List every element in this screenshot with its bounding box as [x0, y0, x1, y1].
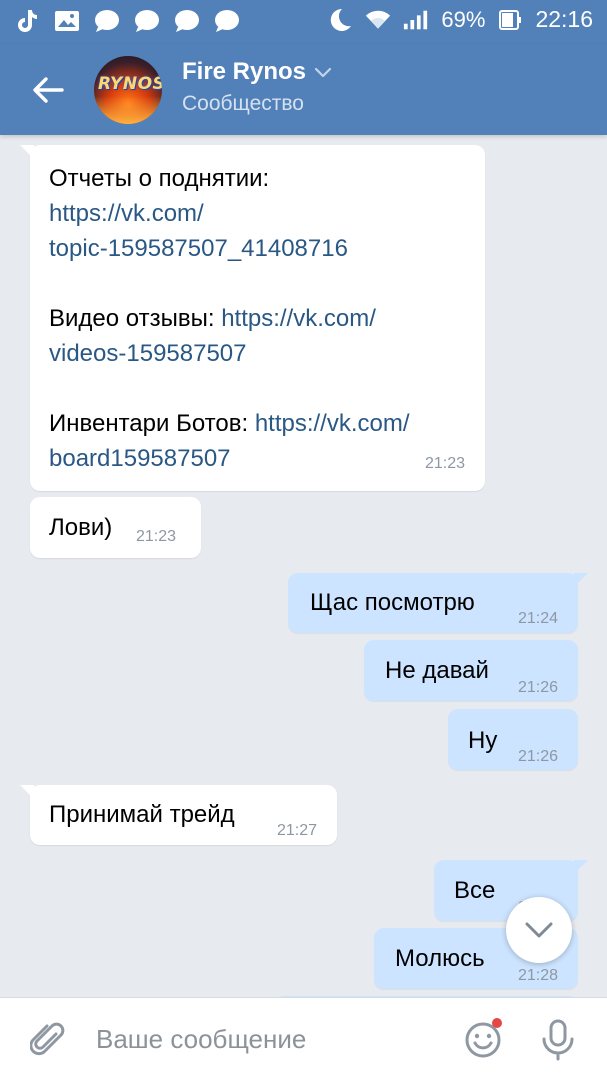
message-time: 21:27	[276, 822, 317, 839]
bubble-tail	[20, 785, 34, 799]
message-composer	[0, 997, 607, 1080]
message-outgoing[interactable]: Не давай 21:26	[364, 640, 578, 701]
gallery-icon	[54, 8, 80, 34]
message-time: 21:26	[517, 748, 558, 765]
notification-icons	[14, 8, 240, 34]
microphone-icon	[542, 1019, 574, 1061]
message-text: Ну	[468, 727, 498, 754]
moon-icon	[327, 7, 353, 33]
message-text: Инвентари Ботов:	[49, 410, 255, 437]
back-button[interactable]	[28, 70, 68, 110]
scroll-to-bottom-button[interactable]	[506, 897, 572, 963]
message-incoming[interactable]: Отчеты о поднятии: https://vk.com/ topic…	[20, 145, 485, 491]
message-outgoing[interactable]: Щас посмотрю 21:24	[288, 573, 588, 633]
avatar[interactable]: RYNOS	[94, 56, 162, 124]
chat-notification-icon	[214, 8, 240, 34]
bubble-tail	[20, 145, 34, 159]
message-text: Отчеты о поднятии:	[49, 165, 270, 192]
message-outgoing[interactable]: Ну 21:26	[448, 709, 578, 770]
bubble-tail	[574, 860, 588, 874]
message-time: 21:28	[517, 967, 558, 984]
chevron-down-icon	[525, 922, 553, 938]
battery-icon	[497, 7, 523, 33]
message-time: 21:26	[517, 679, 558, 696]
chat-title: Fire Rynos	[182, 58, 307, 85]
message-link[interactable]: https://vk.com/	[49, 196, 474, 231]
message-list[interactable]: Отчеты о поднятии: https://vk.com/ topic…	[0, 135, 607, 997]
message-text: Щас посмотрю	[310, 589, 475, 616]
message-input[interactable]	[96, 1022, 436, 1056]
message-text: Не давай	[385, 657, 489, 684]
attach-button[interactable]	[29, 1020, 66, 1060]
signal-icon	[403, 7, 429, 33]
chat-notification-icon	[134, 8, 160, 34]
chat-subtitle: Сообщество	[182, 92, 304, 115]
avatar-flames	[94, 96, 162, 124]
chevron-down-icon	[314, 67, 332, 78]
message-text: Видео отзывы:	[49, 305, 222, 332]
bubble-tail	[574, 573, 588, 587]
message-text: Лови)	[49, 514, 113, 541]
chat-title-block[interactable]: Fire Rynos Сообщество	[182, 58, 332, 116]
paperclip-icon	[29, 1022, 65, 1056]
tiktok-icon	[14, 8, 40, 34]
message-link[interactable]: https://vk.com/	[221, 305, 376, 332]
message-incoming[interactable]: Лови) 21:23	[30, 497, 201, 558]
message-time: 21:24	[517, 610, 558, 627]
message-text: Молюсь	[395, 945, 485, 972]
message-time: 21:23	[424, 455, 465, 472]
chat-header: RYNOS Fire Rynos Сообщество	[0, 44, 607, 135]
battery-percent: 69%	[441, 6, 486, 32]
wifi-icon	[365, 7, 391, 33]
status-bar: 69% 22:16	[0, 0, 607, 44]
avatar-logo-text: RYNOS	[98, 74, 162, 94]
back-arrow-icon	[33, 77, 64, 103]
message-link[interactable]: videos-159587507	[49, 336, 474, 371]
clock: 22:16	[535, 6, 593, 32]
message-link[interactable]: https://vk.com/	[255, 410, 410, 437]
system-status: 69% 22:16	[327, 6, 593, 33]
chat-notification-icon	[94, 8, 120, 34]
message-time: 21:23	[136, 528, 177, 545]
message-link[interactable]: board159587507	[49, 441, 474, 476]
message-incoming[interactable]: Принимай трейд 21:27	[20, 785, 337, 845]
message-text: Все	[454, 877, 496, 904]
voice-message-button[interactable]	[540, 1018, 576, 1062]
emoji-notification-dot	[492, 1018, 502, 1028]
message-text: Принимай трейд	[49, 801, 235, 828]
chat-notification-icon	[174, 8, 200, 34]
message-link[interactable]: topic-159587507_41408716	[49, 231, 474, 266]
